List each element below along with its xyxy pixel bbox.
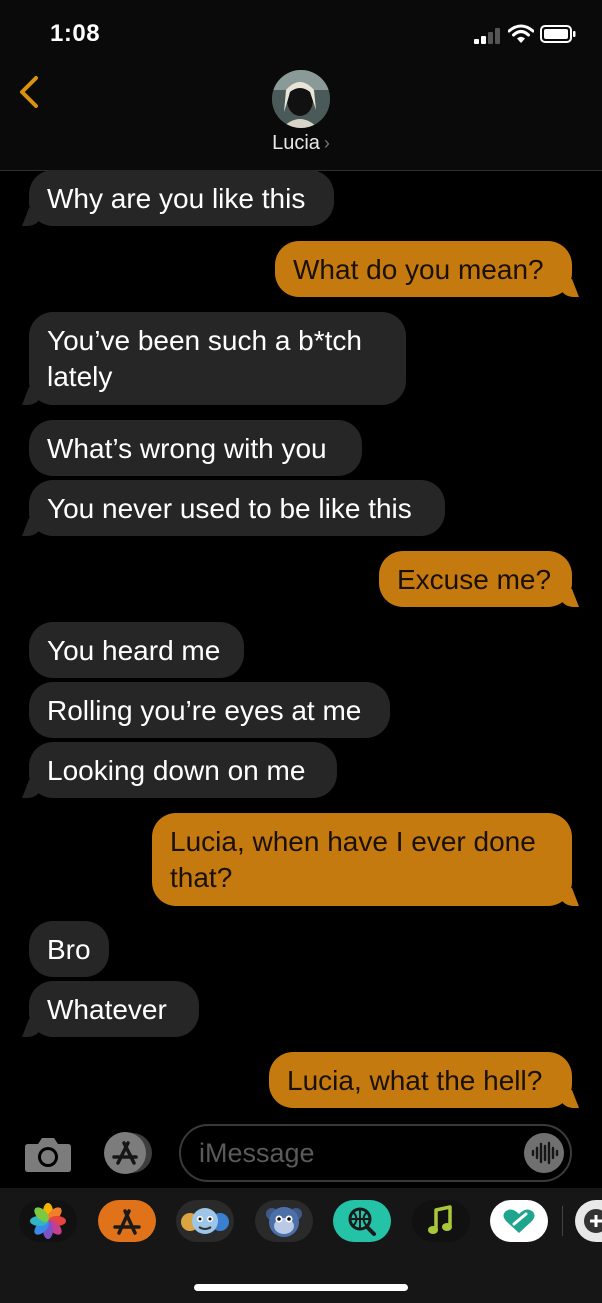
message-input[interactable]: iMessage bbox=[179, 1124, 572, 1182]
sent-message-bubble[interactable]: Excuse me? bbox=[379, 551, 572, 607]
more-apps-icon[interactable] bbox=[575, 1200, 602, 1242]
wifi-icon bbox=[508, 24, 534, 43]
sent-message-bubble[interactable]: Lucia, what the hell? bbox=[269, 1052, 572, 1108]
received-message-bubble[interactable]: You’ve been such a b*tch lately bbox=[29, 312, 406, 405]
photos-icon[interactable] bbox=[19, 1200, 77, 1242]
status-bar: 1:08 bbox=[0, 0, 602, 70]
camera-icon[interactable] bbox=[24, 1134, 72, 1174]
received-message-bubble[interactable]: Whatever bbox=[29, 981, 199, 1037]
status-time: 1:08 bbox=[50, 20, 101, 47]
received-message-bubble[interactable]: What’s wrong with you bbox=[29, 420, 362, 476]
memoji-stickers-icon[interactable] bbox=[176, 1200, 234, 1242]
home-indicator[interactable] bbox=[194, 1284, 408, 1291]
audio-message-icon[interactable] bbox=[524, 1133, 564, 1173]
back-chevron-icon[interactable] bbox=[16, 74, 42, 110]
message-input-placeholder: iMessage bbox=[199, 1138, 315, 1168]
sent-message-bubble[interactable]: Lucia, when have I ever done that? bbox=[152, 813, 572, 906]
app-store-button-icon[interactable] bbox=[100, 1130, 156, 1176]
received-message-bubble[interactable]: Looking down on me bbox=[29, 742, 337, 798]
battery-icon bbox=[540, 25, 576, 43]
received-message-bubble[interactable]: You never used to be like this bbox=[29, 480, 445, 536]
received-message-bubble[interactable]: Why are you like this bbox=[29, 170, 334, 226]
music-icon[interactable] bbox=[412, 1200, 470, 1242]
app-drawer bbox=[0, 1188, 602, 1303]
received-message-bubble[interactable]: You heard me bbox=[29, 622, 244, 678]
contact-avatar[interactable] bbox=[272, 70, 330, 128]
received-message-bubble[interactable]: Bro bbox=[29, 921, 109, 977]
web-search-icon[interactable] bbox=[333, 1200, 391, 1242]
cellular-signal-icon bbox=[474, 28, 500, 44]
sent-message-bubble[interactable]: What do you mean? bbox=[275, 241, 572, 297]
digital-touch-icon[interactable] bbox=[490, 1200, 548, 1242]
chevron-right-icon: › bbox=[323, 133, 330, 153]
app-drawer-divider bbox=[562, 1206, 563, 1236]
contact-name[interactable]: Lucia › bbox=[0, 132, 602, 155]
received-message-bubble[interactable]: Rolling you’re eyes at me bbox=[29, 682, 390, 738]
app-store-icon[interactable] bbox=[98, 1200, 156, 1242]
animoji-icon[interactable] bbox=[255, 1200, 313, 1242]
